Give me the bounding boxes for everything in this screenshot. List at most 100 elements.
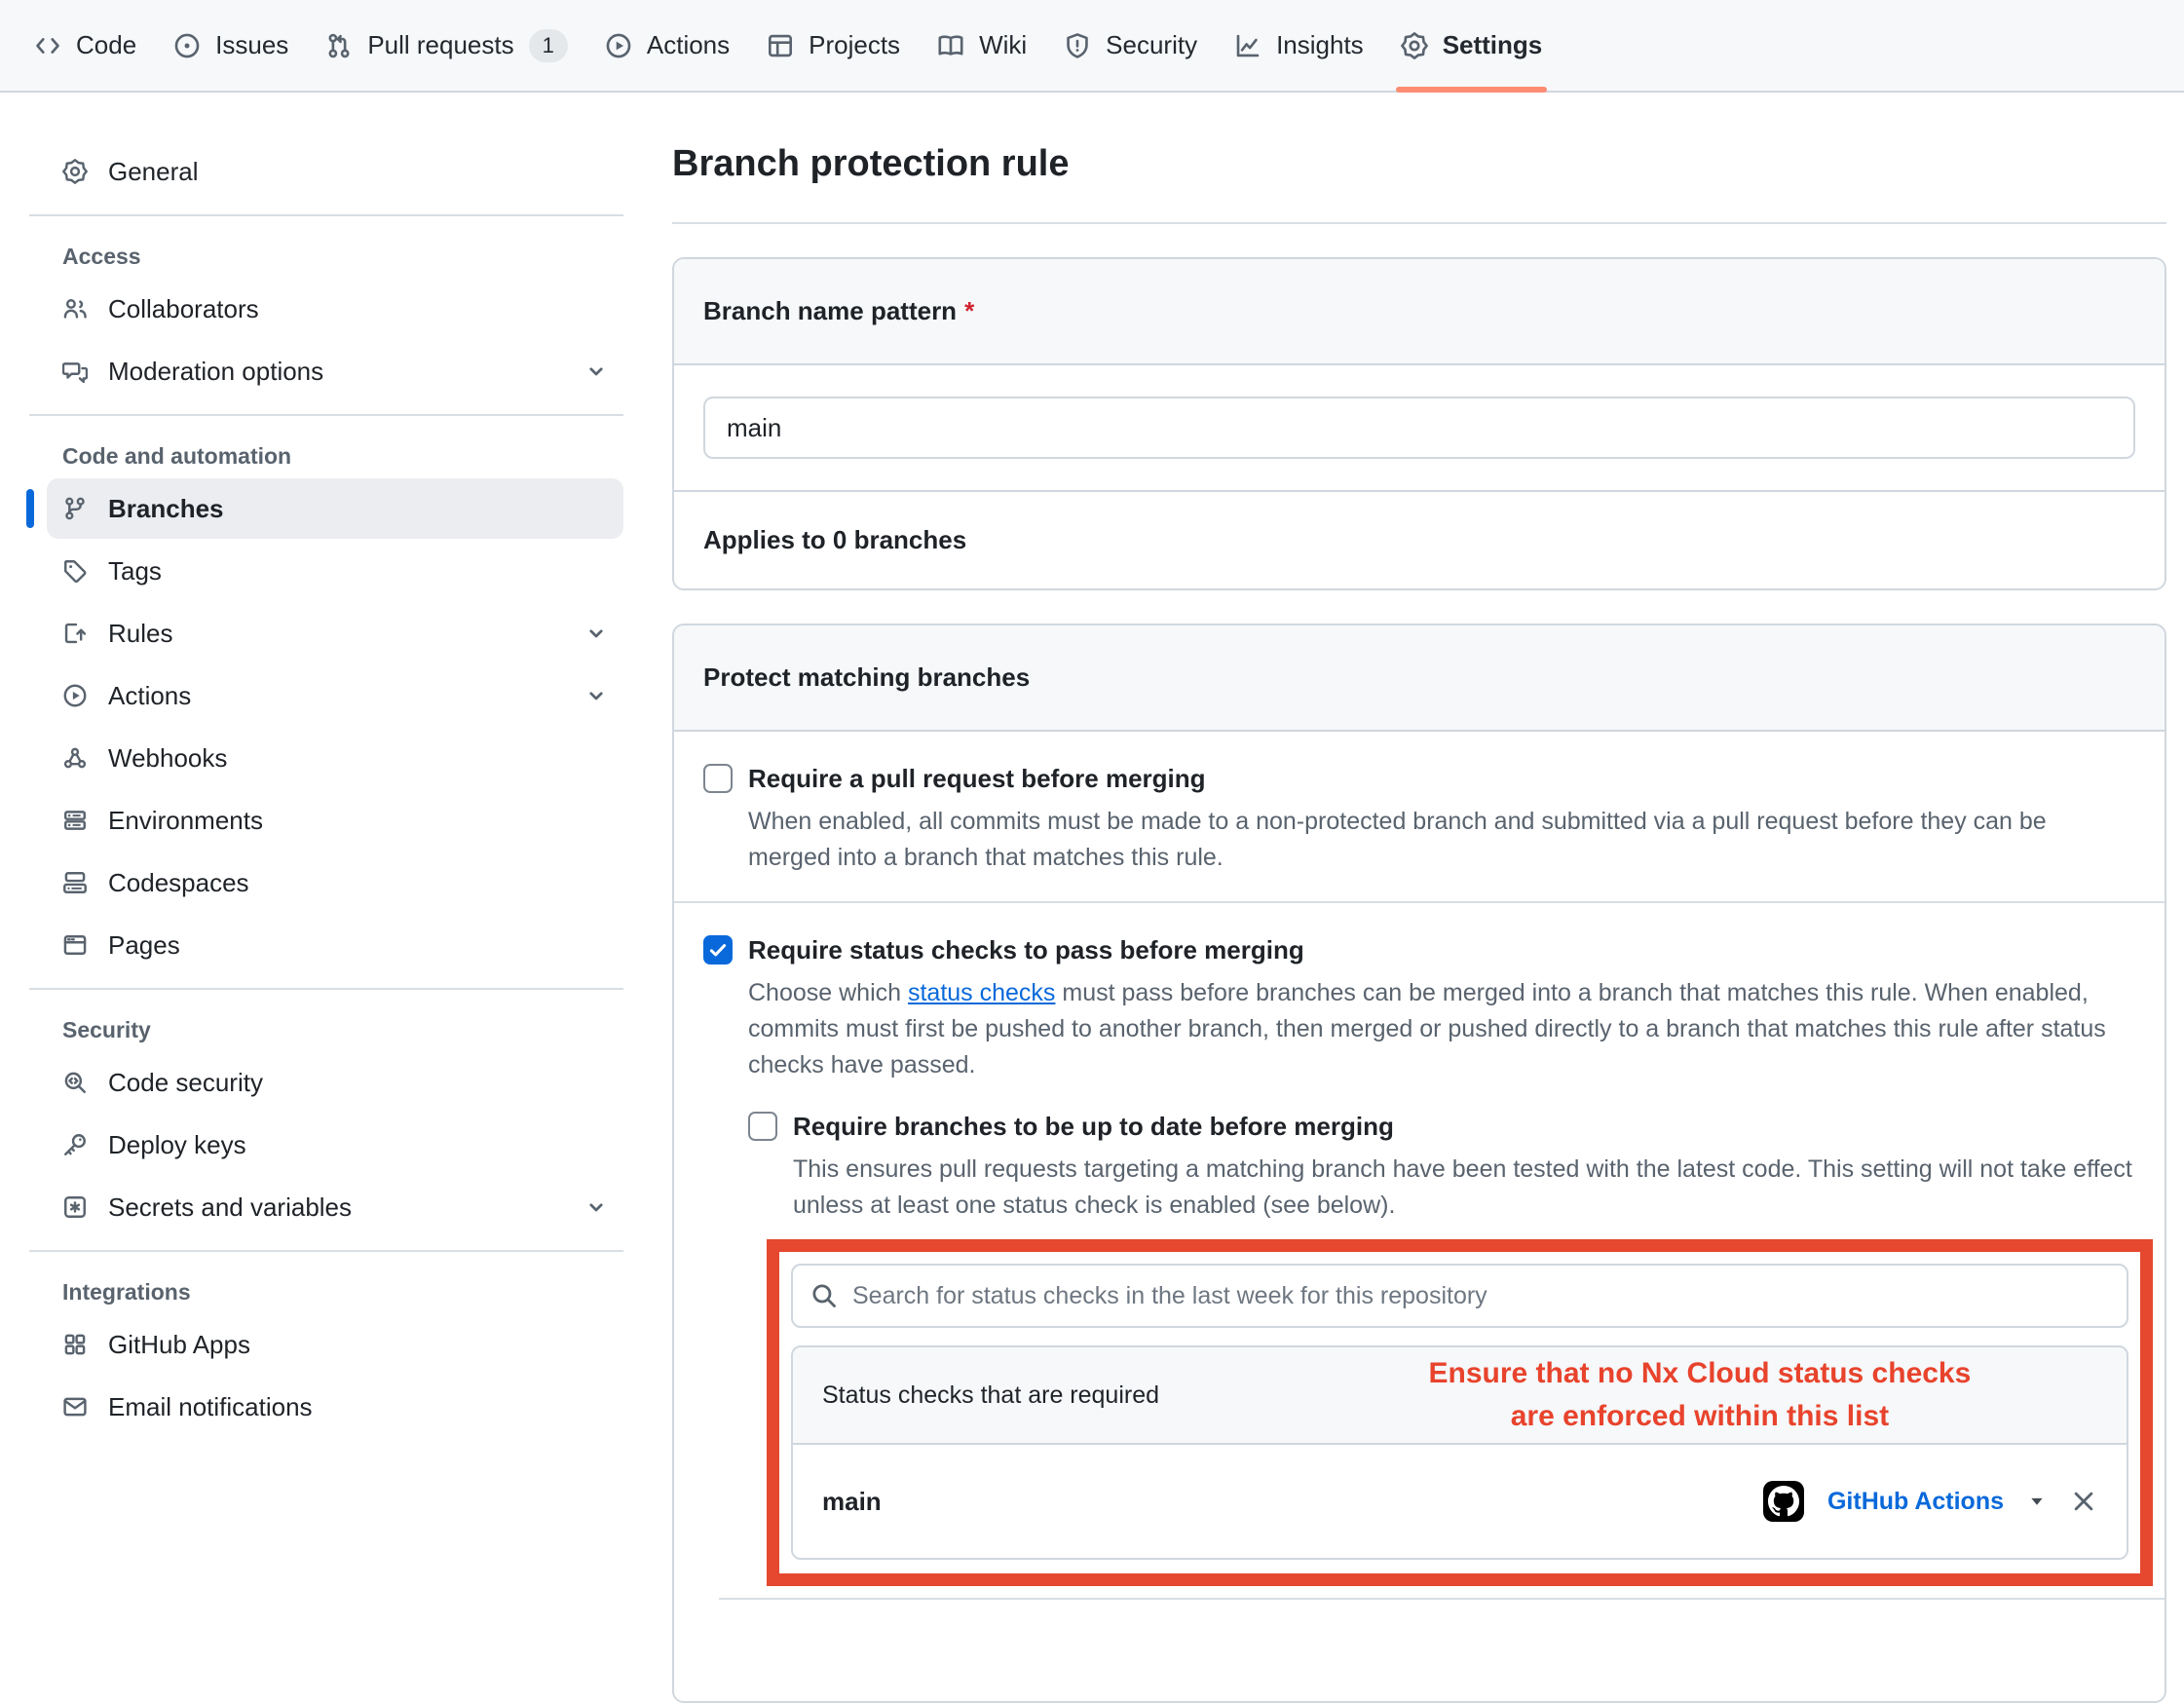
webhook-icon <box>62 745 88 771</box>
people-icon <box>62 296 88 322</box>
sidebar-section-access: Access <box>47 240 623 273</box>
github-actions-avatar <box>1763 1481 1804 1522</box>
tab-actions[interactable]: Actions <box>586 0 748 91</box>
tab-label: Insights <box>1276 30 1364 60</box>
option-require-status-checks: Require status checks to pass before mer… <box>674 901 2165 1701</box>
sidebar-item-rules[interactable]: Rules <box>47 603 623 663</box>
status-checks-search-input[interactable]: Search for status checks in the last wee… <box>791 1264 2128 1328</box>
tag-icon <box>62 558 88 584</box>
tab-pull-requests[interactable]: Pull requests 1 <box>307 0 586 91</box>
chevron-down-icon <box>584 684 608 707</box>
status-checks-list-header: Status checks that are required Ensure t… <box>793 1347 2127 1445</box>
branch-name-pattern-header: Branch name pattern* <box>674 259 2165 365</box>
tab-label: Security <box>1106 30 1197 60</box>
sidebar-item-code-security[interactable]: Code security <box>47 1052 623 1113</box>
required-status-checks-list: Status checks that are required Ensure t… <box>791 1345 2128 1560</box>
chevron-down-icon <box>584 1195 608 1219</box>
sidebar-item-branches[interactable]: Branches <box>47 478 623 539</box>
sidebar-item-tags[interactable]: Tags <box>47 541 623 601</box>
sidebar-item-email-notifications[interactable]: Email notifications <box>47 1377 623 1437</box>
status-check-options-dropdown[interactable] <box>2027 1492 2047 1511</box>
checkmark-icon <box>707 939 729 961</box>
annotation-line-2: are enforced within this list <box>1299 1395 2099 1438</box>
sidebar-item-label: Webhooks <box>108 743 608 774</box>
page-title: Branch protection rule <box>672 95 2166 224</box>
chevron-down-icon <box>584 622 608 645</box>
require-pull-request-checkbox[interactable] <box>703 764 733 793</box>
secret-icon <box>62 1194 88 1220</box>
annotation-note: Ensure that no Nx Cloud status checks ar… <box>1299 1352 2099 1438</box>
sidebar-item-label: Collaborators <box>108 294 608 324</box>
tab-code[interactable]: Code <box>16 0 155 91</box>
sidebar-item-label: GitHub Apps <box>108 1330 608 1360</box>
table-icon <box>767 32 794 59</box>
status-checks-link[interactable]: status checks <box>908 979 1055 1006</box>
sidebar-item-secrets-and-variables[interactable]: Secrets and variables <box>47 1177 623 1237</box>
sidebar-item-moderation-options[interactable]: Moderation options <box>47 341 623 401</box>
sidebar-item-label: Tags <box>108 556 608 587</box>
tab-label: Projects <box>809 30 900 60</box>
branch-protection-content: Branch protection rule Branch name patte… <box>672 95 2166 1703</box>
tab-settings[interactable]: Settings <box>1382 0 1562 91</box>
require-up-to-date-description: This ensures pull requests targeting a m… <box>793 1152 2135 1224</box>
tab-insights[interactable]: Insights <box>1216 0 1382 91</box>
sidebar-item-general[interactable]: General <box>47 141 623 202</box>
sidebar-item-label: Rules <box>108 619 564 649</box>
code-icon <box>34 32 61 59</box>
sidebar-item-label: General <box>108 157 608 187</box>
sidebar-item-label: Code security <box>108 1068 608 1098</box>
sidebar-section-code-and-automation: Code and automation <box>47 439 623 473</box>
shield-icon <box>1064 32 1091 59</box>
sidebar-item-collaborators[interactable]: Collaborators <box>47 279 623 339</box>
annotation-highlight-box: Search for status checks in the last wee… <box>767 1239 2153 1586</box>
codespaces-icon <box>62 870 88 895</box>
git-pull-request-icon <box>325 32 353 59</box>
gear-icon <box>62 159 88 184</box>
require-pull-request-label: Require a pull request before merging <box>748 761 1206 796</box>
sidebar-item-webhooks[interactable]: Webhooks <box>47 728 623 788</box>
remove-status-check-button[interactable] <box>2070 1488 2097 1515</box>
git-branch-icon <box>62 496 88 521</box>
chevron-down-icon <box>584 360 608 383</box>
sidebar-section-integrations: Integrations <box>47 1275 623 1308</box>
require-status-checks-checkbox[interactable] <box>703 935 733 965</box>
sidebar-divider <box>29 988 623 990</box>
codescan-icon <box>62 1070 88 1095</box>
sidebar-item-label: Deploy keys <box>108 1130 608 1160</box>
tab-wiki[interactable]: Wiki <box>919 0 1045 91</box>
tab-label: Settings <box>1443 30 1543 60</box>
server-icon <box>62 808 88 833</box>
branch-name-pattern-input[interactable] <box>703 397 2135 459</box>
sidebar-item-deploy-keys[interactable]: Deploy keys <box>47 1115 623 1175</box>
play-icon <box>605 32 632 59</box>
github-actions-link[interactable]: GitHub Actions <box>1827 1488 2004 1516</box>
sidebar-item-github-apps[interactable]: GitHub Apps <box>47 1314 623 1375</box>
tab-label: Issues <box>215 30 288 60</box>
sidebar-item-actions[interactable]: Actions <box>47 665 623 726</box>
sidebar-item-label: Moderation options <box>108 357 564 387</box>
protect-matching-branches-header: Protect matching branches <box>674 625 2165 732</box>
tab-issues[interactable]: Issues <box>155 0 307 91</box>
sidebar-divider <box>29 1250 623 1252</box>
sidebar-divider <box>29 414 623 416</box>
option-require-up-to-date: Require branches to be up to date before… <box>748 1109 2135 1676</box>
sidebar-item-codespaces[interactable]: Codespaces <box>47 852 623 913</box>
rules-icon <box>62 621 88 646</box>
tab-security[interactable]: Security <box>1045 0 1216 91</box>
play-icon <box>62 683 88 708</box>
sidebar-item-pages[interactable]: Pages <box>47 915 623 975</box>
browser-icon <box>62 932 88 958</box>
sidebar-item-environments[interactable]: Environments <box>47 790 623 851</box>
protect-matching-branches-card: Protect matching branches Require a pull… <box>672 624 2166 1703</box>
require-up-to-date-checkbox[interactable] <box>748 1112 777 1141</box>
sidebar-item-label: Email notifications <box>108 1392 608 1422</box>
annotation-line-1: Ensure that no Nx Cloud status checks <box>1299 1352 2099 1395</box>
book-icon <box>937 32 964 59</box>
tab-label: Wiki <box>979 30 1027 60</box>
pull-requests-count-badge: 1 <box>529 29 568 62</box>
apps-icon <box>62 1332 88 1357</box>
applies-to-branches-text: Applies to 0 branches <box>674 490 2165 588</box>
close-icon <box>2070 1488 2097 1515</box>
mail-icon <box>62 1394 88 1419</box>
tab-projects[interactable]: Projects <box>748 0 919 91</box>
